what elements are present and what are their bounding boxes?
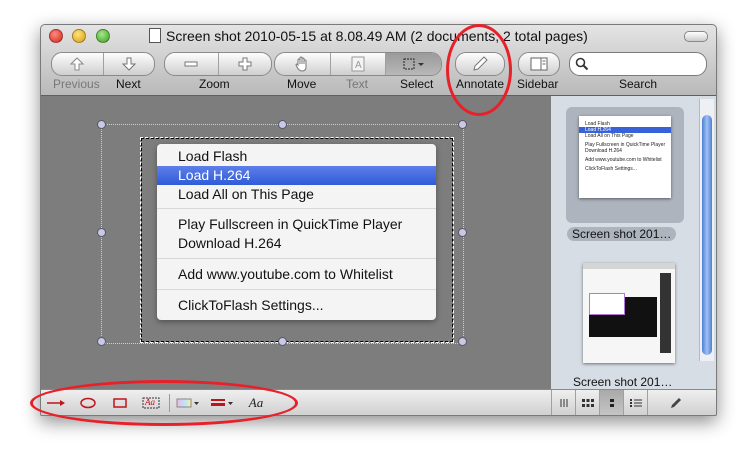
context-menu: Load Flash Load H.264 Load All on This P… xyxy=(157,144,436,320)
sidebar-scrollbar[interactable] xyxy=(699,99,714,361)
resize-handle[interactable] xyxy=(458,228,467,237)
sidebar: Load Flash Load H.264 Load All on This P… xyxy=(551,96,716,389)
menu-item-download-h264[interactable]: Download H.264 xyxy=(157,234,436,253)
toolbar: Screen shot 2010-05-15 at 8.08.49 AM (2 … xyxy=(41,25,716,96)
svg-text:A: A xyxy=(355,60,362,71)
zoom-window-button[interactable] xyxy=(95,29,110,43)
menu-item-play-fullscreen[interactable]: Play Fullscreen in QuickTime Player xyxy=(157,215,436,234)
tool-mode-control: A xyxy=(274,52,442,76)
menu-item-load-flash[interactable]: Load Flash xyxy=(157,147,436,166)
view-mode-contact[interactable] xyxy=(623,390,648,415)
preview-window: Screen shot 2010-05-15 at 8.08.49 AM (2 … xyxy=(40,24,717,416)
single-page-icon xyxy=(610,399,614,407)
resize-handle[interactable] xyxy=(97,337,106,346)
minimize-window-button[interactable] xyxy=(72,29,87,43)
text-label: Text xyxy=(346,77,369,91)
menu-separator xyxy=(157,289,436,290)
menu-separator xyxy=(157,208,436,209)
previous-next-control xyxy=(51,52,155,76)
zoom-label: Zoom xyxy=(199,77,230,91)
vertical-lines-icon xyxy=(560,399,568,407)
document-canvas[interactable]: Load Flash Load H.264 Load All on This P… xyxy=(41,96,551,389)
select-tool-button[interactable] xyxy=(386,53,441,75)
resize-handle[interactable] xyxy=(458,337,467,346)
zoom-out-button[interactable] xyxy=(165,53,219,75)
sidebar-preview xyxy=(660,273,671,353)
highlight-ring-annotate xyxy=(446,24,512,116)
sidebar-icon xyxy=(530,57,548,71)
arrow-down-icon xyxy=(121,57,136,71)
resize-handle[interactable] xyxy=(458,120,467,129)
scrollbar-thumb[interactable] xyxy=(702,115,712,355)
sidebar-label: Sidebar xyxy=(517,77,559,91)
window-title: Screen shot 2010-05-15 at 8.08.49 AM (2 … xyxy=(149,28,588,44)
previous-label: Previous xyxy=(53,77,100,91)
menu-separator xyxy=(157,258,436,259)
plus-icon xyxy=(238,57,252,71)
resize-handle[interactable] xyxy=(278,337,287,346)
menu-item-load-all[interactable]: Load All on This Page xyxy=(157,185,436,204)
sidebar-button-face[interactable] xyxy=(519,53,559,75)
page-thumbnail-1[interactable]: Load Flash Load H.264 Load All on This P… xyxy=(579,116,671,198)
search-field[interactable] xyxy=(569,52,707,76)
search-icon xyxy=(575,57,589,71)
pencil-icon xyxy=(671,398,681,408)
view-mode-single[interactable] xyxy=(599,390,624,415)
menu-item-load-h264[interactable]: Load H.264 xyxy=(157,166,436,185)
minus-icon xyxy=(184,61,198,67)
view-mode-grid[interactable] xyxy=(575,390,600,415)
next-label: Next xyxy=(116,77,141,91)
text-tool-button[interactable]: A xyxy=(331,53,387,75)
zoom-in-button[interactable] xyxy=(219,53,272,75)
document-icon xyxy=(149,28,161,43)
select-label: Select xyxy=(400,77,434,91)
mini-menu-preview xyxy=(589,293,625,315)
window-controls xyxy=(49,29,115,48)
search-label: Search xyxy=(619,77,658,91)
close-window-button[interactable] xyxy=(49,29,63,43)
previous-button[interactable] xyxy=(52,53,104,75)
thumbnail-caption-2[interactable]: Screen shot 201… xyxy=(573,375,672,389)
thumbnail-caption-1[interactable]: Screen shot 201… xyxy=(567,227,677,241)
move-tool-button[interactable] xyxy=(275,53,331,75)
page-thumbnail-2[interactable] xyxy=(583,263,675,363)
list-icon xyxy=(630,399,642,407)
highlight-ring-annotation-toolbar xyxy=(30,380,298,426)
edit-button[interactable] xyxy=(647,390,715,415)
grid-icon xyxy=(582,399,594,407)
next-button[interactable] xyxy=(104,53,155,75)
sidebar-button[interactable] xyxy=(518,52,560,76)
toolbar-toggle-button[interactable] xyxy=(684,31,708,42)
view-mode-list[interactable] xyxy=(551,390,576,415)
resize-handle[interactable] xyxy=(278,120,287,129)
move-label: Move xyxy=(287,77,317,91)
text-cursor-icon: A xyxy=(351,56,365,72)
menu-item-settings[interactable]: ClickToFlash Settings... xyxy=(157,296,436,315)
resize-handle[interactable] xyxy=(97,120,106,129)
menu-item-add-whitelist[interactable]: Add www.youtube.com to Whitelist xyxy=(157,265,436,284)
selection-marquee-icon xyxy=(403,58,424,70)
hand-icon xyxy=(295,56,307,72)
zoom-control xyxy=(164,52,272,76)
resize-handle[interactable] xyxy=(97,228,106,237)
arrow-up-icon xyxy=(70,57,85,71)
